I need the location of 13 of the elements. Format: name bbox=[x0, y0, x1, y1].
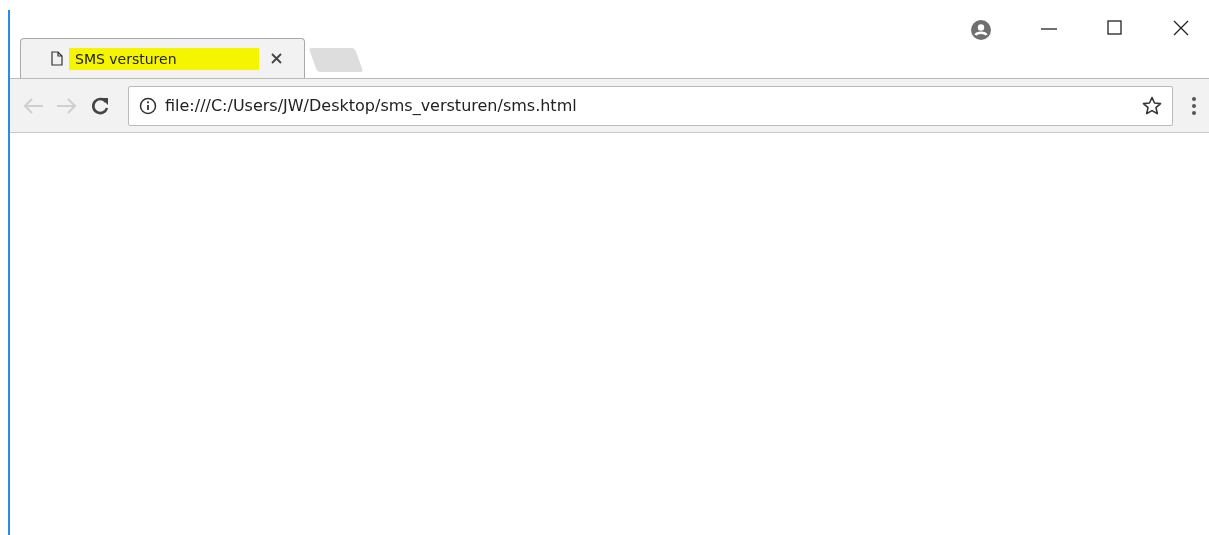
close-icon[interactable] bbox=[1173, 20, 1189, 36]
address-bar[interactable]: file:///C:/Users/JW/Desktop/sms_versturen/sms.html bbox=[128, 85, 1173, 126]
star-icon[interactable] bbox=[1142, 95, 1162, 116]
tab-title: SMS versturen bbox=[69, 47, 259, 70]
menu-icon[interactable] bbox=[1191, 95, 1197, 116]
browser-tab[interactable]: SMS versturen bbox=[20, 38, 305, 78]
url-text: file:///C:/Users/JW/Desktop/sms_versturen/sms.html bbox=[165, 96, 578, 115]
maximize-icon[interactable] bbox=[1107, 20, 1123, 36]
profile-icon[interactable] bbox=[971, 20, 991, 40]
info-icon bbox=[139, 96, 157, 115]
reload-icon[interactable] bbox=[90, 95, 110, 116]
close-icon[interactable] bbox=[271, 53, 282, 64]
document-icon bbox=[51, 51, 63, 66]
